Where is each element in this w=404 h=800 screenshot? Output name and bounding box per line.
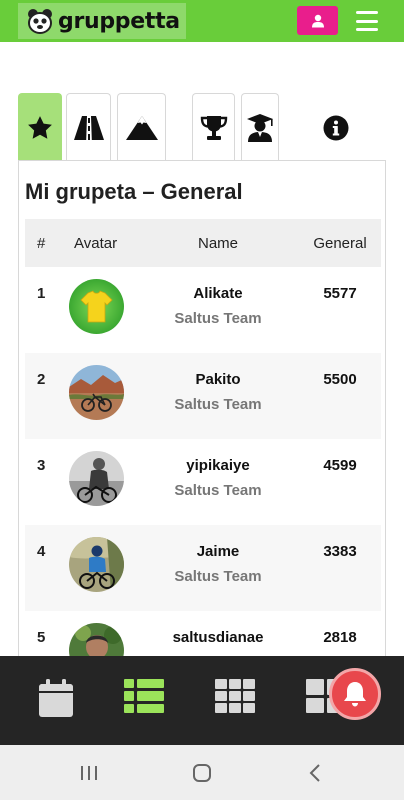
cyclist-bw-avatar-image — [69, 451, 124, 506]
ranking-table: # Avatar Name General 1 Alikate Saltus T… — [25, 219, 381, 697]
mountain-icon — [125, 115, 158, 140]
nav-list[interactable] — [124, 678, 164, 720]
recents-icon[interactable] — [74, 761, 104, 785]
app-logo[interactable]: gruppetta — [18, 3, 186, 39]
avatar[interactable] — [69, 537, 124, 592]
avatar[interactable] — [69, 365, 124, 420]
row-rank: 4 — [37, 543, 46, 560]
row-username[interactable]: Jaime — [135, 543, 301, 560]
row-score: 4599 — [323, 457, 357, 474]
row-username[interactable]: saltusdianae — [135, 629, 301, 646]
tab-info[interactable] — [316, 108, 356, 148]
home-icon[interactable] — [187, 761, 217, 785]
row-score: 3383 — [323, 543, 357, 560]
avatar[interactable] — [69, 279, 124, 334]
list-icon — [124, 679, 164, 713]
column-header-rank[interactable]: # — [37, 235, 45, 252]
back-icon[interactable] — [300, 761, 330, 785]
nav-calendar[interactable] — [38, 678, 78, 720]
table-row[interactable]: 2 Pakito Saltus Team 5500 — [25, 353, 381, 439]
row-score: 5500 — [323, 371, 357, 388]
calendar-icon — [39, 679, 73, 717]
table-header: # Avatar Name General — [25, 219, 381, 267]
panel-title: Mi grupeta – General — [25, 179, 243, 204]
row-team: Saltus Team — [174, 310, 262, 327]
top-bar: gruppetta — [0, 0, 404, 42]
row-score: 5577 — [323, 285, 357, 302]
cyclist-blue-avatar-image — [69, 537, 124, 592]
table-row[interactable]: 4 Jaime Saltus Team 3383 — [25, 525, 381, 611]
avatar[interactable] — [69, 451, 124, 506]
tab-road[interactable] — [66, 93, 111, 161]
notification-button[interactable] — [329, 668, 381, 720]
row-rank: 5 — [37, 629, 46, 646]
row-score: 2818 — [323, 629, 357, 646]
column-header-general[interactable]: General — [307, 235, 373, 252]
tab-graduate[interactable] — [241, 93, 279, 161]
row-team: Saltus Team — [174, 482, 262, 499]
info-icon — [323, 115, 349, 141]
trophy-icon — [200, 115, 227, 140]
tab-favorites[interactable] — [18, 93, 62, 161]
user-button[interactable] — [297, 6, 338, 35]
row-username[interactable]: Alikate — [135, 285, 301, 302]
ranking-panel: Mi grupeta – General # Avatar Name Gener… — [18, 160, 386, 700]
logo-mascot-icon — [28, 9, 52, 34]
table-row[interactable]: 3 yipikaiye Saltus Team 4599 — [25, 439, 381, 525]
row-rank: 2 — [37, 371, 46, 388]
row-rank: 3 — [37, 457, 46, 474]
row-username[interactable]: Pakito — [135, 371, 301, 388]
row-team: Saltus Team — [174, 396, 262, 413]
bell-icon — [344, 682, 366, 707]
grid-icon — [215, 679, 255, 713]
logo-text: gruppetta — [58, 8, 180, 34]
hamburger-menu-icon[interactable] — [352, 9, 382, 33]
road-icon — [73, 115, 104, 140]
system-navigation-bar — [0, 745, 404, 800]
user-icon — [311, 14, 324, 27]
column-header-avatar[interactable]: Avatar — [74, 235, 117, 252]
star-icon — [28, 115, 52, 139]
row-team: Saltus Team — [174, 568, 262, 585]
nav-grid[interactable] — [215, 678, 255, 720]
row-username[interactable]: yipikaiye — [135, 457, 301, 474]
bike-landscape-avatar-image — [69, 365, 124, 420]
tab-mountain[interactable] — [117, 93, 166, 161]
yellow-jersey-avatar-image — [69, 279, 124, 334]
table-row[interactable]: 1 Alikate Saltus Team 5577 — [25, 267, 381, 353]
graduate-icon — [247, 113, 273, 142]
column-header-name[interactable]: Name — [135, 235, 301, 252]
row-rank: 1 — [37, 285, 46, 302]
tab-trophy[interactable] — [192, 93, 235, 161]
